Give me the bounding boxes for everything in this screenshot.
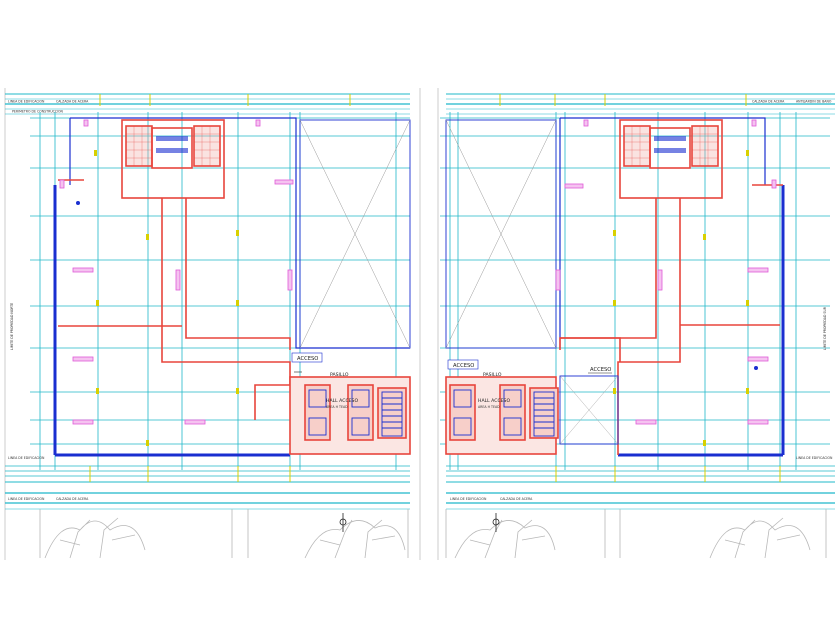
- column-marker: [754, 366, 758, 370]
- access-label: ACCESO: [297, 356, 318, 362]
- street-label-bottom-mid: CALZADA DE ACERA: [500, 497, 533, 501]
- sidewalk-trees: [39, 509, 409, 559]
- floor-plans: LINEA DE EDIFICACION CALZADA DE ACERA PE…: [4, 88, 835, 560]
- pasillo-label: PASILLO: [483, 372, 502, 378]
- street-label-top-mid: CALZADA DE ACERA: [56, 100, 89, 104]
- street-band-bottom: LINEA DE EDIFICACION LINEA DE EDIFICACIO…: [5, 456, 410, 510]
- hall-sub-label: AREA H TEAD: [326, 405, 348, 409]
- hall-label: HALL ACCESO: [478, 398, 510, 404]
- grid-dots: [613, 150, 749, 446]
- street-label-bottom-mid: CALZADA DE ACERA: [56, 497, 89, 501]
- north-arrow-icon: [492, 513, 500, 532]
- street-label-bottom-left: LINEA DE EDIFICACION: [450, 497, 487, 501]
- magenta-markers: [555, 119, 777, 425]
- bottom-edge-label: LINEA DE EDIFICACION: [796, 456, 833, 460]
- street-band-top: LINEA DE EDIFICACION CALZADA DE ACERA PE…: [5, 93, 410, 115]
- magenta-markers: [59, 119, 294, 425]
- access-label: ACCESO: [453, 363, 474, 369]
- pasillo-label: PASILLO: [330, 372, 349, 378]
- side-property-label: LIMITE DE PROPIEDAD SUR: [823, 306, 827, 350]
- right-plan: ANTEJARDIN DE BANO CALZADA DE ACERA ACCE…: [437, 88, 835, 560]
- left-plan: LINEA DE EDIFICACION CALZADA DE ACERA PE…: [4, 88, 421, 560]
- street-band-bottom: LINEA DE EDIFICACION LINEA DE EDIFICACIO…: [446, 456, 835, 510]
- bottom-edge-label: LINEA DE EDIFICACION: [8, 456, 45, 460]
- hall-sub-label: AREA H TEAD: [478, 405, 500, 409]
- column-marker: [76, 201, 80, 205]
- street-label-top-right: ANTEJARDIN DE BANO: [796, 100, 832, 104]
- sidewalk-trees: [445, 509, 827, 559]
- drawing-canvas: LINEA DE EDIFICACION CALZADA DE ACERA PE…: [0, 0, 840, 630]
- side-property-label: LIMITE DE PROPIEDAD NORTE: [10, 303, 14, 350]
- access-label-2: ACCESO: [590, 367, 611, 373]
- street-label-top-left: LINEA DE EDIFICACION: [8, 100, 45, 104]
- street-label-top-mid: CALZADA DE ACERA: [752, 100, 785, 104]
- grid-dots: [94, 150, 239, 446]
- perimeter-label: PERIMETRO DE CONSTRUCCION: [12, 110, 64, 114]
- street-band-top: ANTEJARDIN DE BANO CALZADA DE ACERA: [446, 93, 835, 115]
- hall-label: HALL ACCESO: [326, 398, 358, 404]
- street-label-bottom-left: LINEA DE EDIFICACION: [8, 497, 45, 501]
